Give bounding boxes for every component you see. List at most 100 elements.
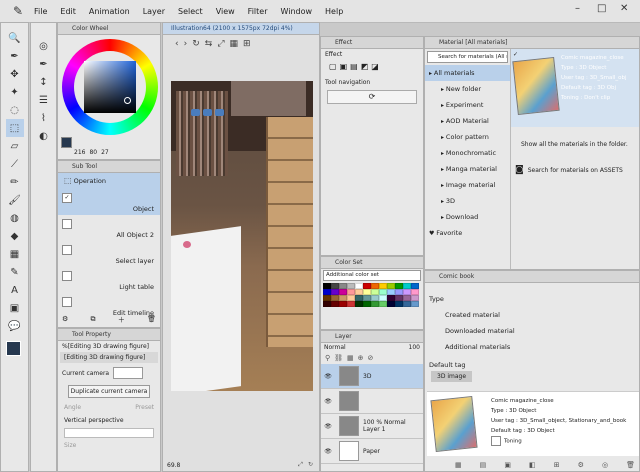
material-folder-item[interactable]: ▸ All materials [425, 65, 510, 81]
effect-icon-3[interactable]: ▤ [350, 62, 358, 71]
speech-balloon-icon[interactable]: 💬 [6, 317, 24, 335]
3d-scale-icon[interactable] [215, 109, 224, 116]
ruler-icon[interactable]: ⊞ [243, 39, 251, 49]
color-wheel-tab[interactable]: Color Wheel [58, 23, 160, 35]
text-icon[interactable]: A [6, 281, 24, 299]
menu-select[interactable]: Select [178, 7, 203, 16]
subtool-tab[interactable]: Sub Tool [58, 161, 160, 173]
layer-tool-icon-1[interactable]: ⚲ [325, 354, 330, 362]
pen-icon[interactable]: ✒ [6, 47, 24, 65]
footer-icon-6[interactable]: ⚙ [578, 461, 584, 469]
color-swatch[interactable] [395, 301, 403, 307]
color-swatch[interactable] [371, 301, 379, 307]
material-folder-item[interactable]: ▸ Monochromatic [425, 145, 510, 161]
layer-tool-icon-5[interactable]: ⊘ [368, 354, 374, 362]
sparkle-icon[interactable]: ✦ [6, 83, 24, 101]
app-logo-icon[interactable]: ✎ [10, 3, 26, 19]
layer-tool-icon-4[interactable]: ⊕ [358, 354, 364, 362]
material-search-input[interactable]: Search for materials (All m [427, 51, 508, 63]
move-icon[interactable]: ✥ [6, 65, 24, 83]
subtool-item[interactable]: Light table [58, 267, 160, 293]
rotate-icon[interactable]: ↻ [192, 39, 200, 49]
panel-icon-5[interactable]: ⌇ [35, 109, 53, 127]
blend-icon[interactable]: ◍ [6, 209, 24, 227]
material-folder-item[interactable]: ♥ Favorite [425, 225, 510, 241]
layer-row[interactable]: 👁 [321, 389, 423, 414]
footer-icon-1[interactable]: ▦ [455, 461, 462, 469]
color-swatch[interactable] [387, 301, 395, 307]
duplicate-camera-button[interactable]: Duplicate current camera [68, 385, 150, 398]
subtool-item[interactable]: Select layer [58, 241, 160, 267]
layer-tab[interactable]: Layer [321, 331, 423, 343]
toning-checkbox[interactable] [491, 436, 501, 446]
item-check-icon[interactable]: ✓ [513, 51, 518, 58]
subtool-group-title[interactable]: ⬚ Operation [58, 173, 160, 189]
layer-opacity[interactable]: 100 [409, 344, 420, 351]
material-folder-item[interactable]: ▸ AOD Material [425, 113, 510, 129]
brush-icon[interactable]: 🖌 [6, 191, 24, 209]
material-type-item[interactable]: Additional materials [439, 339, 639, 355]
menu-help[interactable]: Help [325, 7, 343, 16]
fill-icon[interactable]: ◆ [6, 227, 24, 245]
subtool-checkbox[interactable] [62, 297, 72, 307]
subtool-checkbox[interactable] [62, 271, 72, 281]
color-swatch[interactable] [347, 301, 355, 307]
vertical-perspective-label[interactable]: Vertical perspective [58, 415, 160, 426]
hue-ring[interactable] [62, 39, 158, 135]
color-swatch[interactable] [411, 301, 419, 307]
subtool-copy-icon[interactable]: ⧉ [91, 315, 96, 325]
pencil-icon[interactable]: ✏ [6, 173, 24, 191]
menu-edit[interactable]: Edit [60, 7, 76, 16]
material-folder-item[interactable]: ▸ Color pattern [425, 129, 510, 145]
grid-icon[interactable]: ▦ [230, 39, 239, 49]
color-set-tab[interactable]: Color Set [321, 257, 423, 269]
subtool-checkbox[interactable]: ✓ [62, 193, 72, 203]
layer-row[interactable]: 👁 100 % Normal Layer 1 [321, 414, 423, 439]
panel-icon-1[interactable]: ◎ [35, 37, 53, 55]
color-swatch[interactable] [363, 301, 371, 307]
fit-icon[interactable]: ⤢ [217, 39, 224, 49]
value-value[interactable]: 27 [101, 149, 109, 156]
color-picker-handle[interactable] [124, 97, 131, 104]
zoom-icon[interactable]: 🔍 [6, 29, 24, 47]
nav-back-icon[interactable]: ‹ [175, 39, 179, 49]
maximize-button[interactable]: □ [597, 3, 606, 14]
frame-icon[interactable]: ▣ [6, 299, 24, 317]
footer-icon-7[interactable]: ◎ [602, 461, 608, 469]
angle-label[interactable]: Angle [64, 404, 81, 411]
camera-dropdown[interactable] [113, 367, 144, 379]
material-item-card[interactable]: ✓ Comic magazine_close Type : 3D Object … [511, 49, 639, 127]
color-swatch[interactable] [339, 301, 347, 307]
footer-icon-5[interactable]: ⊞ [554, 461, 560, 469]
color-swatch[interactable] [323, 301, 331, 307]
canvas-3d-scene[interactable] [171, 81, 313, 391]
panel-icon-6[interactable]: ◐ [35, 127, 53, 145]
lasso-icon[interactable]: ◌ [6, 101, 24, 119]
operation-tool-icon[interactable]: ⬚ [5, 119, 24, 137]
blend-mode-dropdown[interactable]: Normal [324, 344, 346, 351]
menu-file[interactable]: File [34, 7, 47, 16]
saturation-value-square[interactable] [84, 61, 136, 113]
eyedropper-icon[interactable]: ⟋ [6, 155, 24, 173]
eraser-icon[interactable]: ▱ [6, 137, 24, 155]
flip-icon[interactable]: ⇆ [205, 39, 213, 49]
layer-row[interactable]: 👁 3D [321, 364, 423, 389]
footer-icon-8[interactable]: 🗑 [626, 461, 635, 469]
material-folder-item[interactable]: ▸ Experiment [425, 97, 510, 113]
layer-visibility-icon[interactable]: 👁 [321, 423, 335, 430]
comic-detail-card[interactable]: Comic magazine_close Type : 3D Object Us… [427, 391, 639, 456]
subtool-checkbox[interactable] [62, 245, 72, 255]
color-set-dropdown[interactable]: Additional color set [323, 270, 421, 281]
menu-view[interactable]: View [216, 7, 235, 16]
default-tag-chip[interactable]: 3D image [431, 371, 473, 382]
figure-icon[interactable]: ▦ [6, 245, 24, 263]
layer-tool-icon-2[interactable]: ⛓ [334, 354, 343, 362]
footer-icon-2[interactable]: ▤ [480, 461, 487, 469]
color-swatch[interactable] [379, 301, 387, 307]
layer-tool-icon-3[interactable]: ▦ [347, 354, 354, 362]
perspective-slider[interactable] [64, 428, 154, 438]
material-folder-item[interactable]: ▸ Download [425, 209, 510, 225]
zoom-readout[interactable]: 69.8 [167, 462, 180, 469]
effect-tab[interactable]: Effect [321, 37, 423, 49]
layer-visibility-icon[interactable]: 👁 [321, 398, 335, 405]
